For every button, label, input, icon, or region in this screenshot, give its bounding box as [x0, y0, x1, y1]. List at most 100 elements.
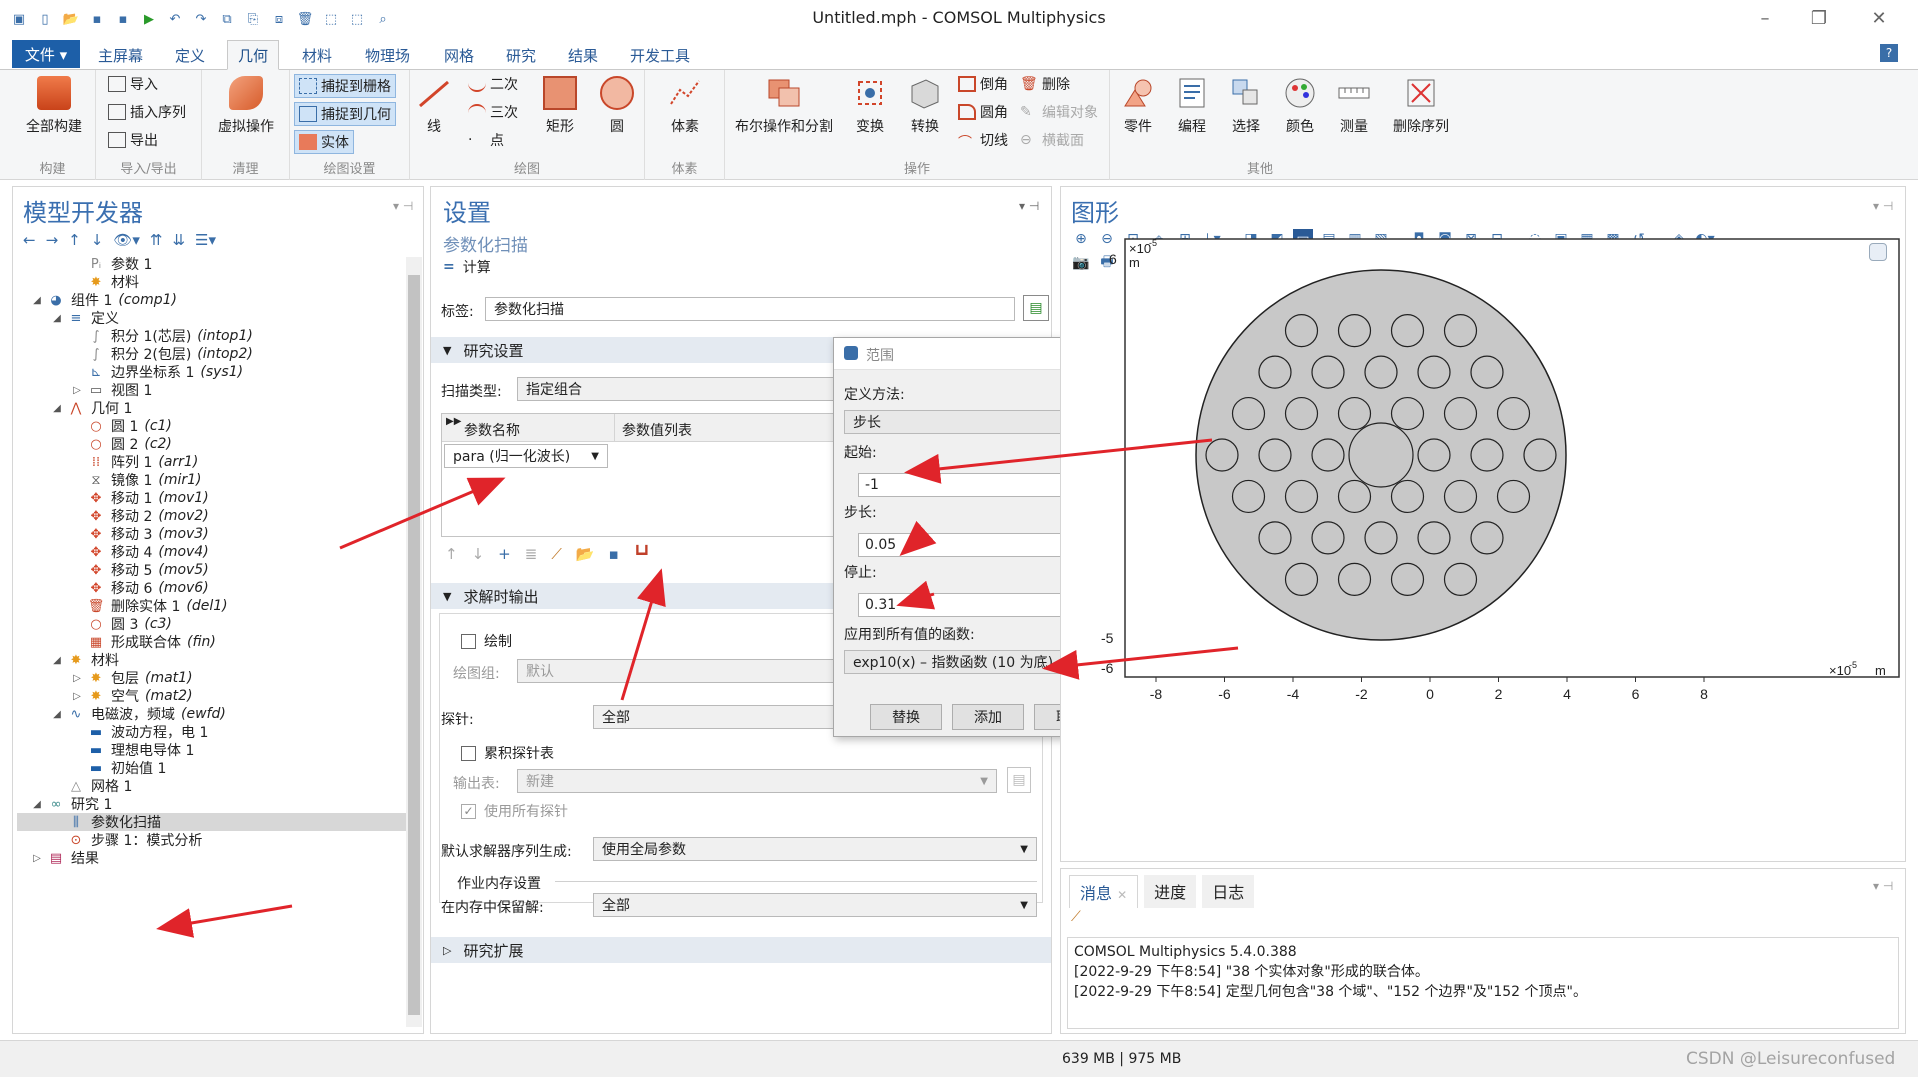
tab-messages[interactable]: 消息 ✕: [1069, 875, 1139, 908]
selections-button[interactable]: 选择: [1222, 76, 1270, 136]
air-hole-circle[interactable]: [1258, 355, 1292, 389]
range-icon[interactable]: ┗┛: [633, 545, 651, 563]
quadratic-button[interactable]: 二次: [468, 72, 518, 96]
colors-button[interactable]: 颜色: [1276, 76, 1324, 136]
air-hole-circle[interactable]: [1205, 438, 1239, 472]
boolean-button[interactable]: 布尔操作和分割: [729, 76, 839, 136]
air-hole-circle[interactable]: [1364, 521, 1398, 555]
clear-icon[interactable]: ⟋: [551, 545, 562, 563]
tree-item[interactable]: 🗑 删除实体 1 (del1): [17, 597, 407, 615]
tree-item[interactable]: ▷ ✸ 空气 (mat2): [17, 687, 407, 705]
help-icon[interactable]: ?: [1880, 44, 1898, 62]
measure-button[interactable]: 测量: [1330, 76, 1378, 136]
label-input[interactable]: 参数化扫描: [485, 297, 1015, 321]
air-hole-circle[interactable]: [1496, 396, 1531, 431]
air-hole-circle[interactable]: [1470, 355, 1504, 389]
line-button[interactable]: 线: [414, 76, 454, 136]
parts-button[interactable]: 零件: [1114, 76, 1162, 136]
geometry-plot[interactable]: ×10 -5 m ×10 -5 m -8 -6 -4 -2 0 2 4 6 8 6 -5 -6: [1061, 233, 1907, 753]
tree-item[interactable]: ▷ ▤ 结果: [17, 849, 407, 868]
tree-item[interactable]: ◢ ∞ 研究 1: [17, 795, 407, 814]
tree-item[interactable]: ◢ ∿ 电磁波，频域 (ewfd): [17, 705, 407, 723]
graphics-panel-menu-icon[interactable]: ▾ ⊣: [1873, 199, 1893, 213]
insert-sequence-button[interactable]: 插入序列: [108, 100, 186, 124]
tab-mesh[interactable]: 网格: [434, 40, 484, 70]
export-button[interactable]: 导出: [108, 128, 158, 152]
tree-scrollbar[interactable]: [406, 257, 422, 1027]
core-circle[interactable]: [1348, 422, 1414, 488]
block-button[interactable]: 体素: [655, 76, 715, 136]
edit-object-button[interactable]: ✎ 编辑对象: [1020, 100, 1098, 124]
air-hole-circle[interactable]: [1496, 479, 1531, 514]
cubic-button[interactable]: 三次: [468, 100, 518, 124]
accumulated-probe-checkbox[interactable]: [461, 745, 476, 761]
use-all-probes-row[interactable]: ✓ 使用所有探针: [461, 801, 568, 821]
plot-checkbox-row[interactable]: 绘制: [461, 631, 512, 651]
tree-item[interactable]: ∫ 积分 2(包层) (intop2): [17, 345, 407, 363]
keep-in-memory-select[interactable]: 全部 ▼: [593, 893, 1037, 917]
tree-item[interactable]: ✥ 移动 3 (mov3): [17, 525, 407, 543]
tree-item[interactable]: ✸ 材料: [17, 273, 407, 292]
move-down-icon[interactable]: ↓: [91, 231, 104, 249]
chamfer-button[interactable]: 倒角: [958, 72, 1008, 96]
air-hole-circle[interactable]: [1311, 355, 1345, 389]
programming-button[interactable]: 编程: [1168, 76, 1216, 136]
move-up-icon[interactable]: ↑: [445, 545, 458, 563]
air-hole-circle[interactable]: [1364, 355, 1398, 389]
tree-scrollbar-thumb[interactable]: [408, 275, 420, 1015]
tab-definitions[interactable]: 定义: [165, 40, 215, 70]
point-button[interactable]: · 点: [468, 128, 504, 152]
snap-to-geometry-toggle[interactable]: 捕捉到几何: [294, 102, 396, 126]
tree-item[interactable]: ⊾ 边界坐标系 1 (sys1): [17, 363, 407, 381]
air-hole-circle[interactable]: [1231, 479, 1266, 514]
tree-item[interactable]: ▬ 波动方程，电 1: [17, 723, 407, 742]
tree-item[interactable]: ◢ ✸ 材料: [17, 651, 407, 670]
air-hole-circle[interactable]: [1311, 438, 1345, 472]
output-table-add-icon[interactable]: ▤: [1007, 767, 1031, 793]
import-button[interactable]: 导入: [108, 72, 158, 96]
move-down-icon[interactable]: ↓: [472, 545, 485, 563]
delete-row-icon[interactable]: ≣: [525, 545, 538, 563]
close-tab-icon[interactable]: ✕: [1117, 888, 1127, 902]
messages-panel-menu-icon[interactable]: ▾ ⊣: [1873, 879, 1893, 893]
tree-item[interactable]: ✥ 移动 4 (mov4): [17, 543, 407, 561]
close-icon[interactable]: ✕: [1856, 4, 1902, 32]
air-hole-circle[interactable]: [1390, 314, 1425, 348]
delete-sequence-button[interactable]: 删除序列: [1384, 76, 1458, 136]
minimize-icon[interactable]: –: [1742, 4, 1788, 32]
tree-item[interactable]: ▬ 初始值 1: [17, 759, 407, 778]
settings-panel-menu-icon[interactable]: ▾ ⊣: [1019, 199, 1039, 213]
save-to-file-icon[interactable]: ▪: [609, 545, 619, 563]
table-expand-icon[interactable]: ▶▶: [446, 416, 461, 427]
view-cube-icon[interactable]: [1869, 243, 1887, 261]
tree-item[interactable]: ▷ ✸ 包层 (mat1): [17, 669, 407, 687]
air-hole-circle[interactable]: [1443, 314, 1478, 348]
air-hole-circle[interactable]: [1337, 396, 1372, 431]
load-from-file-icon[interactable]: 📂: [576, 545, 595, 563]
air-hole-circle[interactable]: [1443, 396, 1478, 431]
air-hole-circle[interactable]: [1284, 479, 1319, 514]
accumulated-probe-row[interactable]: 累积探针表: [461, 743, 554, 763]
solid-toggle[interactable]: 实体: [294, 130, 354, 154]
air-hole-circle[interactable]: [1311, 521, 1345, 555]
tree-item[interactable]: ⧖ 镜像 1 (mir1): [17, 471, 407, 489]
tab-developer[interactable]: 开发工具: [620, 40, 700, 70]
plot-checkbox[interactable]: [461, 633, 476, 649]
air-hole-circle[interactable]: [1390, 562, 1425, 596]
air-hole-circle[interactable]: [1390, 479, 1425, 514]
tree-toggle-icon[interactable]: ◢: [51, 655, 63, 666]
tab-physics[interactable]: 物理场: [355, 40, 420, 70]
air-hole-circle[interactable]: [1470, 521, 1504, 555]
start-input[interactable]: -1: [858, 473, 1092, 497]
air-hole-circle[interactable]: [1284, 314, 1319, 348]
tree-item[interactable]: ◢ ⋀ 几何 1: [17, 399, 407, 418]
move-up-icon[interactable]: ↑: [68, 231, 81, 249]
air-hole-circle[interactable]: [1337, 479, 1372, 514]
air-hole-circle[interactable]: [1337, 562, 1372, 596]
collapse-all-icon[interactable]: ⇊: [172, 231, 185, 249]
tree-item[interactable]: ▦ 形成联合体 (fin): [17, 633, 407, 651]
back-icon[interactable]: ←: [23, 231, 36, 249]
air-hole-circle[interactable]: [1417, 521, 1451, 555]
compute-button[interactable]: = 计算: [443, 257, 491, 277]
add-icon[interactable]: +: [498, 545, 511, 563]
